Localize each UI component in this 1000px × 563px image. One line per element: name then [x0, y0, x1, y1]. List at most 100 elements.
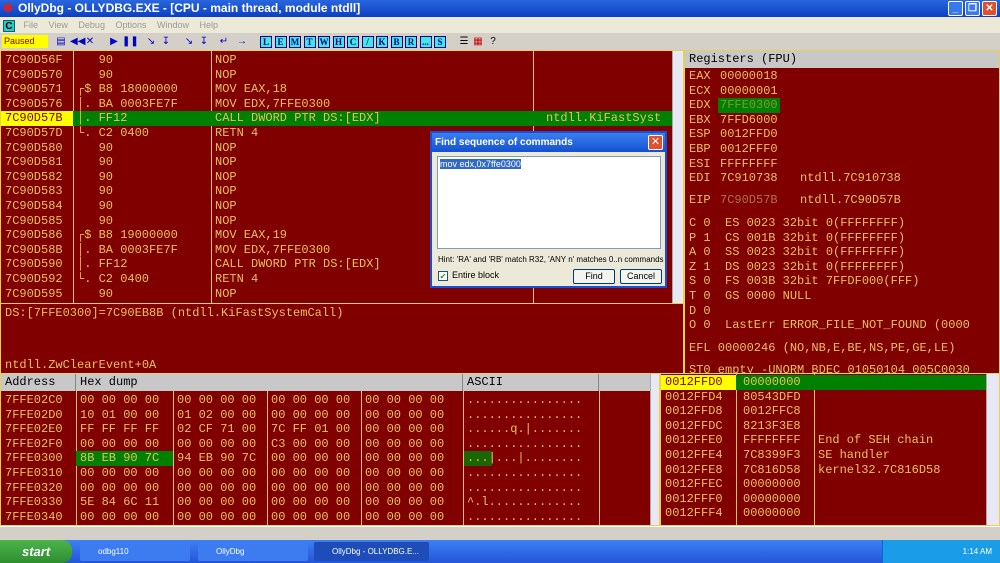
flag-segment-line[interactable]: S 0 FS 003B 32bit 7FFDF000(FFF): [689, 274, 919, 289]
disasm-hex[interactable]: 90: [77, 184, 113, 199]
efl-line[interactable]: EFL 00000246 (NO,NB,E,BE,NS,PE,GE,LE): [689, 341, 955, 356]
flag-segment-line[interactable]: A 0 SS 0023 32bit 0(FFFFFFFF): [689, 245, 905, 260]
taskbar-item-ollydbg[interactable]: OllyDbg: [198, 542, 308, 561]
register-value-eip[interactable]: 7C90D57B: [720, 193, 778, 208]
register-value-edx[interactable]: 7FFE0300: [718, 98, 780, 113]
stack-address[interactable]: 0012FFE4: [665, 448, 723, 463]
disasm-instruction[interactable]: NOP: [215, 53, 237, 68]
disasm-address[interactable]: 7C90D586: [5, 228, 63, 243]
disasm-hex[interactable]: │. BA 0003FE7F: [77, 97, 178, 112]
dump-hex-group[interactable]: 00 00 00 00: [365, 510, 444, 525]
help-icon[interactable]: ?: [487, 36, 499, 48]
taskbar-item-ollydbg-active[interactable]: OllyDbg - OLLYDBG.E...: [314, 542, 429, 561]
stack-address[interactable]: 0012FFE8: [665, 463, 723, 478]
disasm-address[interactable]: 7C90D590: [5, 257, 63, 272]
toolbar-button-10[interactable]: R: [405, 36, 417, 48]
stack-value[interactable]: FFFFFFFF: [743, 433, 801, 448]
register-value-esp[interactable]: 0012FFD0: [718, 127, 780, 142]
disasm-hex[interactable]: │. BA 0003FE7F: [77, 243, 178, 258]
hex-dump-pane[interactable]: Address Hex dump ASCII 7FFE02C0 00 00 00 …: [0, 373, 660, 526]
disasm-hex[interactable]: ┌$ B8 18000000: [77, 82, 178, 97]
stack-value[interactable]: 80543DFD: [743, 390, 801, 405]
disasm-instruction[interactable]: CALL DWORD PTR DS:[EDX]: [215, 111, 381, 126]
flag-segment-line[interactable]: Z 1 DS 0023 32bit 0(FFFFFFFF): [689, 260, 905, 275]
toolbar-button-5[interactable]: H: [332, 36, 345, 48]
toolbar-button-0[interactable]: L: [260, 36, 272, 48]
disasm-address[interactable]: 7C90D580: [5, 141, 63, 156]
dump-hex-group[interactable]: 00 00 00 00: [80, 393, 159, 408]
disasm-instruction[interactable]: RETN 4: [215, 126, 258, 141]
dump-ascii[interactable]: ................: [467, 481, 582, 496]
disasm-instruction[interactable]: MOV EAX,19: [215, 228, 287, 243]
entire-block-label[interactable]: Entire block: [452, 270, 499, 280]
cpu-window-icon[interactable]: C: [3, 19, 15, 32]
dump-hex-group[interactable]: 5E 84 6C 11: [80, 495, 159, 510]
execute-till-return-icon[interactable]: ↵: [218, 36, 230, 48]
dump-address[interactable]: 7FFE0300: [5, 451, 63, 466]
disasm-hex[interactable]: │. FF12: [77, 257, 127, 272]
register-value-edi[interactable]: 7C910738: [718, 171, 780, 186]
step-over-icon[interactable]: ↧: [160, 36, 172, 48]
dump-hex-group[interactable]: 00 00 00 00: [365, 422, 444, 437]
dump-hex-group[interactable]: 00 00 00 00: [271, 451, 350, 466]
disasm-address[interactable]: 7C90D57B: [1, 111, 73, 126]
dump-hex-group[interactable]: 00 00 00 00: [177, 437, 256, 452]
disasm-address[interactable]: 7C90D571: [5, 82, 63, 97]
dump-hex-group[interactable]: 00 00 00 00: [271, 481, 350, 496]
dump-hex-group[interactable]: 00 00 00 00: [365, 481, 444, 496]
flag-segment-line[interactable]: C 0 ES 0023 32bit 0(FFFFFFFF): [689, 216, 905, 231]
stack-value[interactable]: 7C816D58: [743, 463, 801, 478]
disasm-address[interactable]: 7C90D57D: [5, 126, 63, 141]
flag-segment-line[interactable]: T 0 GS 0000 NULL: [689, 289, 811, 304]
stack-address[interactable]: 0012FFD0: [661, 375, 736, 390]
menu-help[interactable]: Help: [200, 20, 219, 30]
disasm-hex[interactable]: 90: [77, 53, 113, 68]
rewind-icon[interactable]: ◀◀: [70, 36, 85, 48]
toolbar-button-3[interactable]: T: [303, 36, 316, 48]
stack-value[interactable]: 00000000: [743, 477, 801, 492]
dump-hex-group[interactable]: 00 00 00 00: [177, 510, 256, 525]
disasm-address[interactable]: 7C90D581: [5, 155, 63, 170]
trace-into-icon[interactable]: ↘: [183, 36, 195, 48]
disasm-hex[interactable]: ┌$ B8 19000000: [77, 228, 178, 243]
disasm-instruction[interactable]: NOP: [215, 184, 237, 199]
disasm-hex[interactable]: │. FF12: [77, 111, 127, 126]
flag-segment-line[interactable]: D 0: [689, 304, 711, 319]
disasm-address[interactable]: 7C90D592: [5, 272, 63, 287]
dump-hex-group[interactable]: 7C FF 01 00: [271, 422, 350, 437]
dump-hex-group[interactable]: 00 00 00 00: [80, 466, 159, 481]
colors-icon[interactable]: ▦: [472, 36, 484, 48]
stack-address[interactable]: 0012FFEC: [665, 477, 723, 492]
disasm-hex[interactable]: 90: [77, 68, 113, 83]
disasm-instruction[interactable]: NOP: [215, 170, 237, 185]
dump-hex-group[interactable]: FF FF FF FF: [80, 422, 159, 437]
toolbar-button-8[interactable]: K: [376, 36, 388, 48]
register-value-ebx[interactable]: 7FFD6000: [718, 113, 780, 128]
disasm-hex[interactable]: 90: [77, 141, 113, 156]
stack-value[interactable]: 7C8399F3: [743, 448, 801, 463]
dump-ascii[interactable]: ^.l.............: [467, 495, 582, 510]
disasm-address[interactable]: 7C90D58B: [5, 243, 63, 258]
disasm-instruction[interactable]: RETN 4: [215, 272, 258, 287]
disasm-address[interactable]: 7C90D584: [5, 199, 63, 214]
dump-hex-group[interactable]: 00 00 00 00: [271, 510, 350, 525]
dump-hex-group[interactable]: 00 00 00 00: [365, 393, 444, 408]
stack-value[interactable]: 00000000: [743, 506, 801, 521]
dump-ascii[interactable]: ...|...|........: [467, 451, 582, 466]
toolbar-button-9[interactable]: B: [390, 36, 403, 48]
dump-address[interactable]: 7FFE02D0: [5, 408, 63, 423]
disasm-hex[interactable]: └. C2 0400: [77, 126, 149, 141]
list-icon[interactable]: ☰: [458, 36, 470, 48]
dump-address[interactable]: 7FFE0330: [5, 495, 63, 510]
dump-hex-group[interactable]: 10 01 00 00: [80, 408, 159, 423]
disasm-hex[interactable]: 90: [77, 287, 113, 302]
register-value-esi[interactable]: FFFFFFFF: [718, 157, 780, 172]
register-value-ebp[interactable]: 0012FFF0: [718, 142, 780, 157]
dump-hex-group[interactable]: 00 00 00 00: [271, 393, 350, 408]
dump-ascii[interactable]: ................: [467, 437, 582, 452]
disasm-hex[interactable]: 90: [77, 199, 113, 214]
toolbar-button-2[interactable]: M: [289, 36, 301, 48]
stack-scrollbar[interactable]: [986, 374, 999, 525]
disasm-address[interactable]: 7C90D576: [5, 97, 63, 112]
dump-ascii[interactable]: ................: [467, 466, 582, 481]
